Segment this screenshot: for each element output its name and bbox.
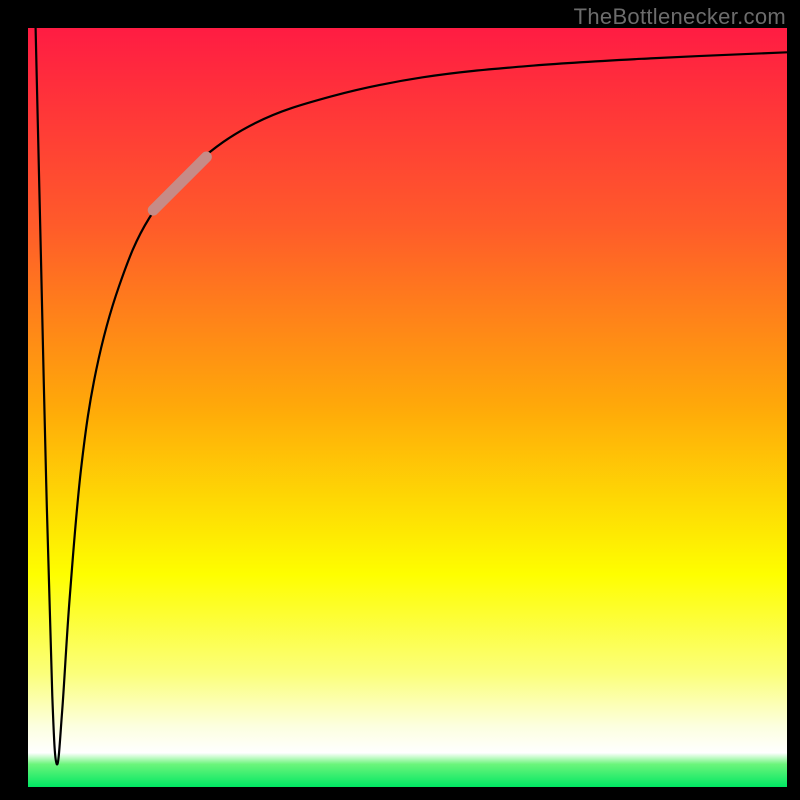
chart-area [28, 28, 787, 787]
chart-svg [28, 28, 787, 787]
watermark-text: TheBottlenecker.com [574, 4, 786, 30]
gradient-background [28, 28, 787, 787]
